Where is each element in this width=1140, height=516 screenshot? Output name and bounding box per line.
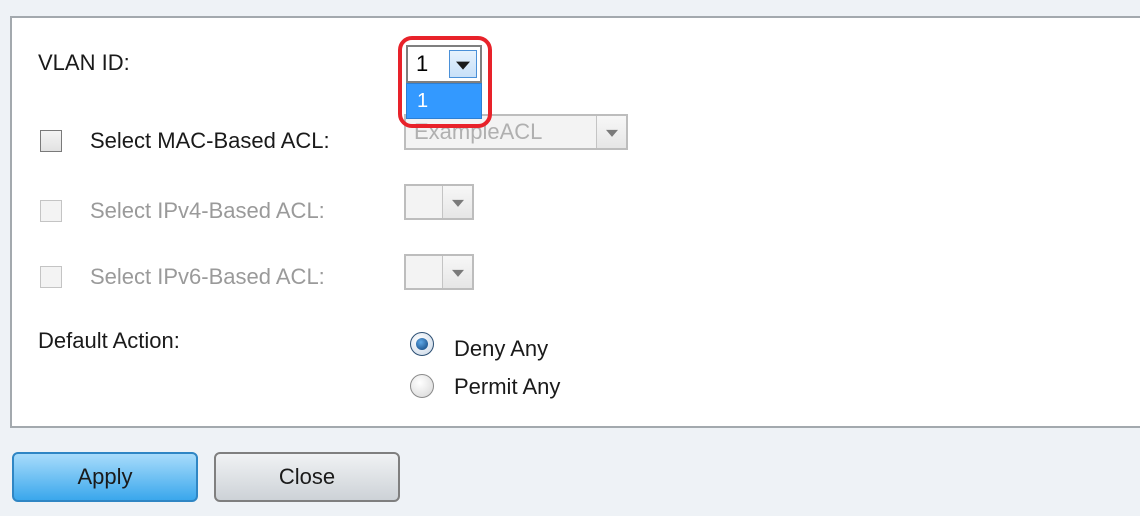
vlan-id-label: VLAN ID: xyxy=(38,50,130,75)
ipv6-acl-select[interactable] xyxy=(404,254,474,290)
apply-button[interactable]: Apply xyxy=(12,452,198,502)
ipv4-acl-label: Select IPv4-Based ACL: xyxy=(90,198,325,223)
chevron-down-icon xyxy=(442,186,472,218)
ipv6-acl-checkbox[interactable] xyxy=(40,266,62,288)
permit-any-label: Permit Any xyxy=(454,374,561,399)
default-action-label: Default Action: xyxy=(38,328,180,353)
chevron-down-icon xyxy=(442,256,472,288)
mac-acl-label: Select MAC-Based ACL: xyxy=(90,128,330,153)
deny-any-label: Deny Any xyxy=(454,336,549,361)
acl-binding-panel: VLAN ID: Select MAC-Based ACL: ExampleAC… xyxy=(10,16,1140,428)
chevron-down-icon xyxy=(596,116,626,148)
ipv6-acl-label: Select IPv6-Based ACL: xyxy=(90,264,325,289)
highlight-annotation xyxy=(398,36,492,128)
ipv4-acl-checkbox[interactable] xyxy=(40,200,62,222)
mac-acl-checkbox[interactable] xyxy=(40,130,62,152)
deny-any-radio[interactable] xyxy=(410,332,434,356)
close-button[interactable]: Close xyxy=(214,452,400,502)
permit-any-radio[interactable] xyxy=(410,374,434,398)
ipv4-acl-select[interactable] xyxy=(404,184,474,220)
